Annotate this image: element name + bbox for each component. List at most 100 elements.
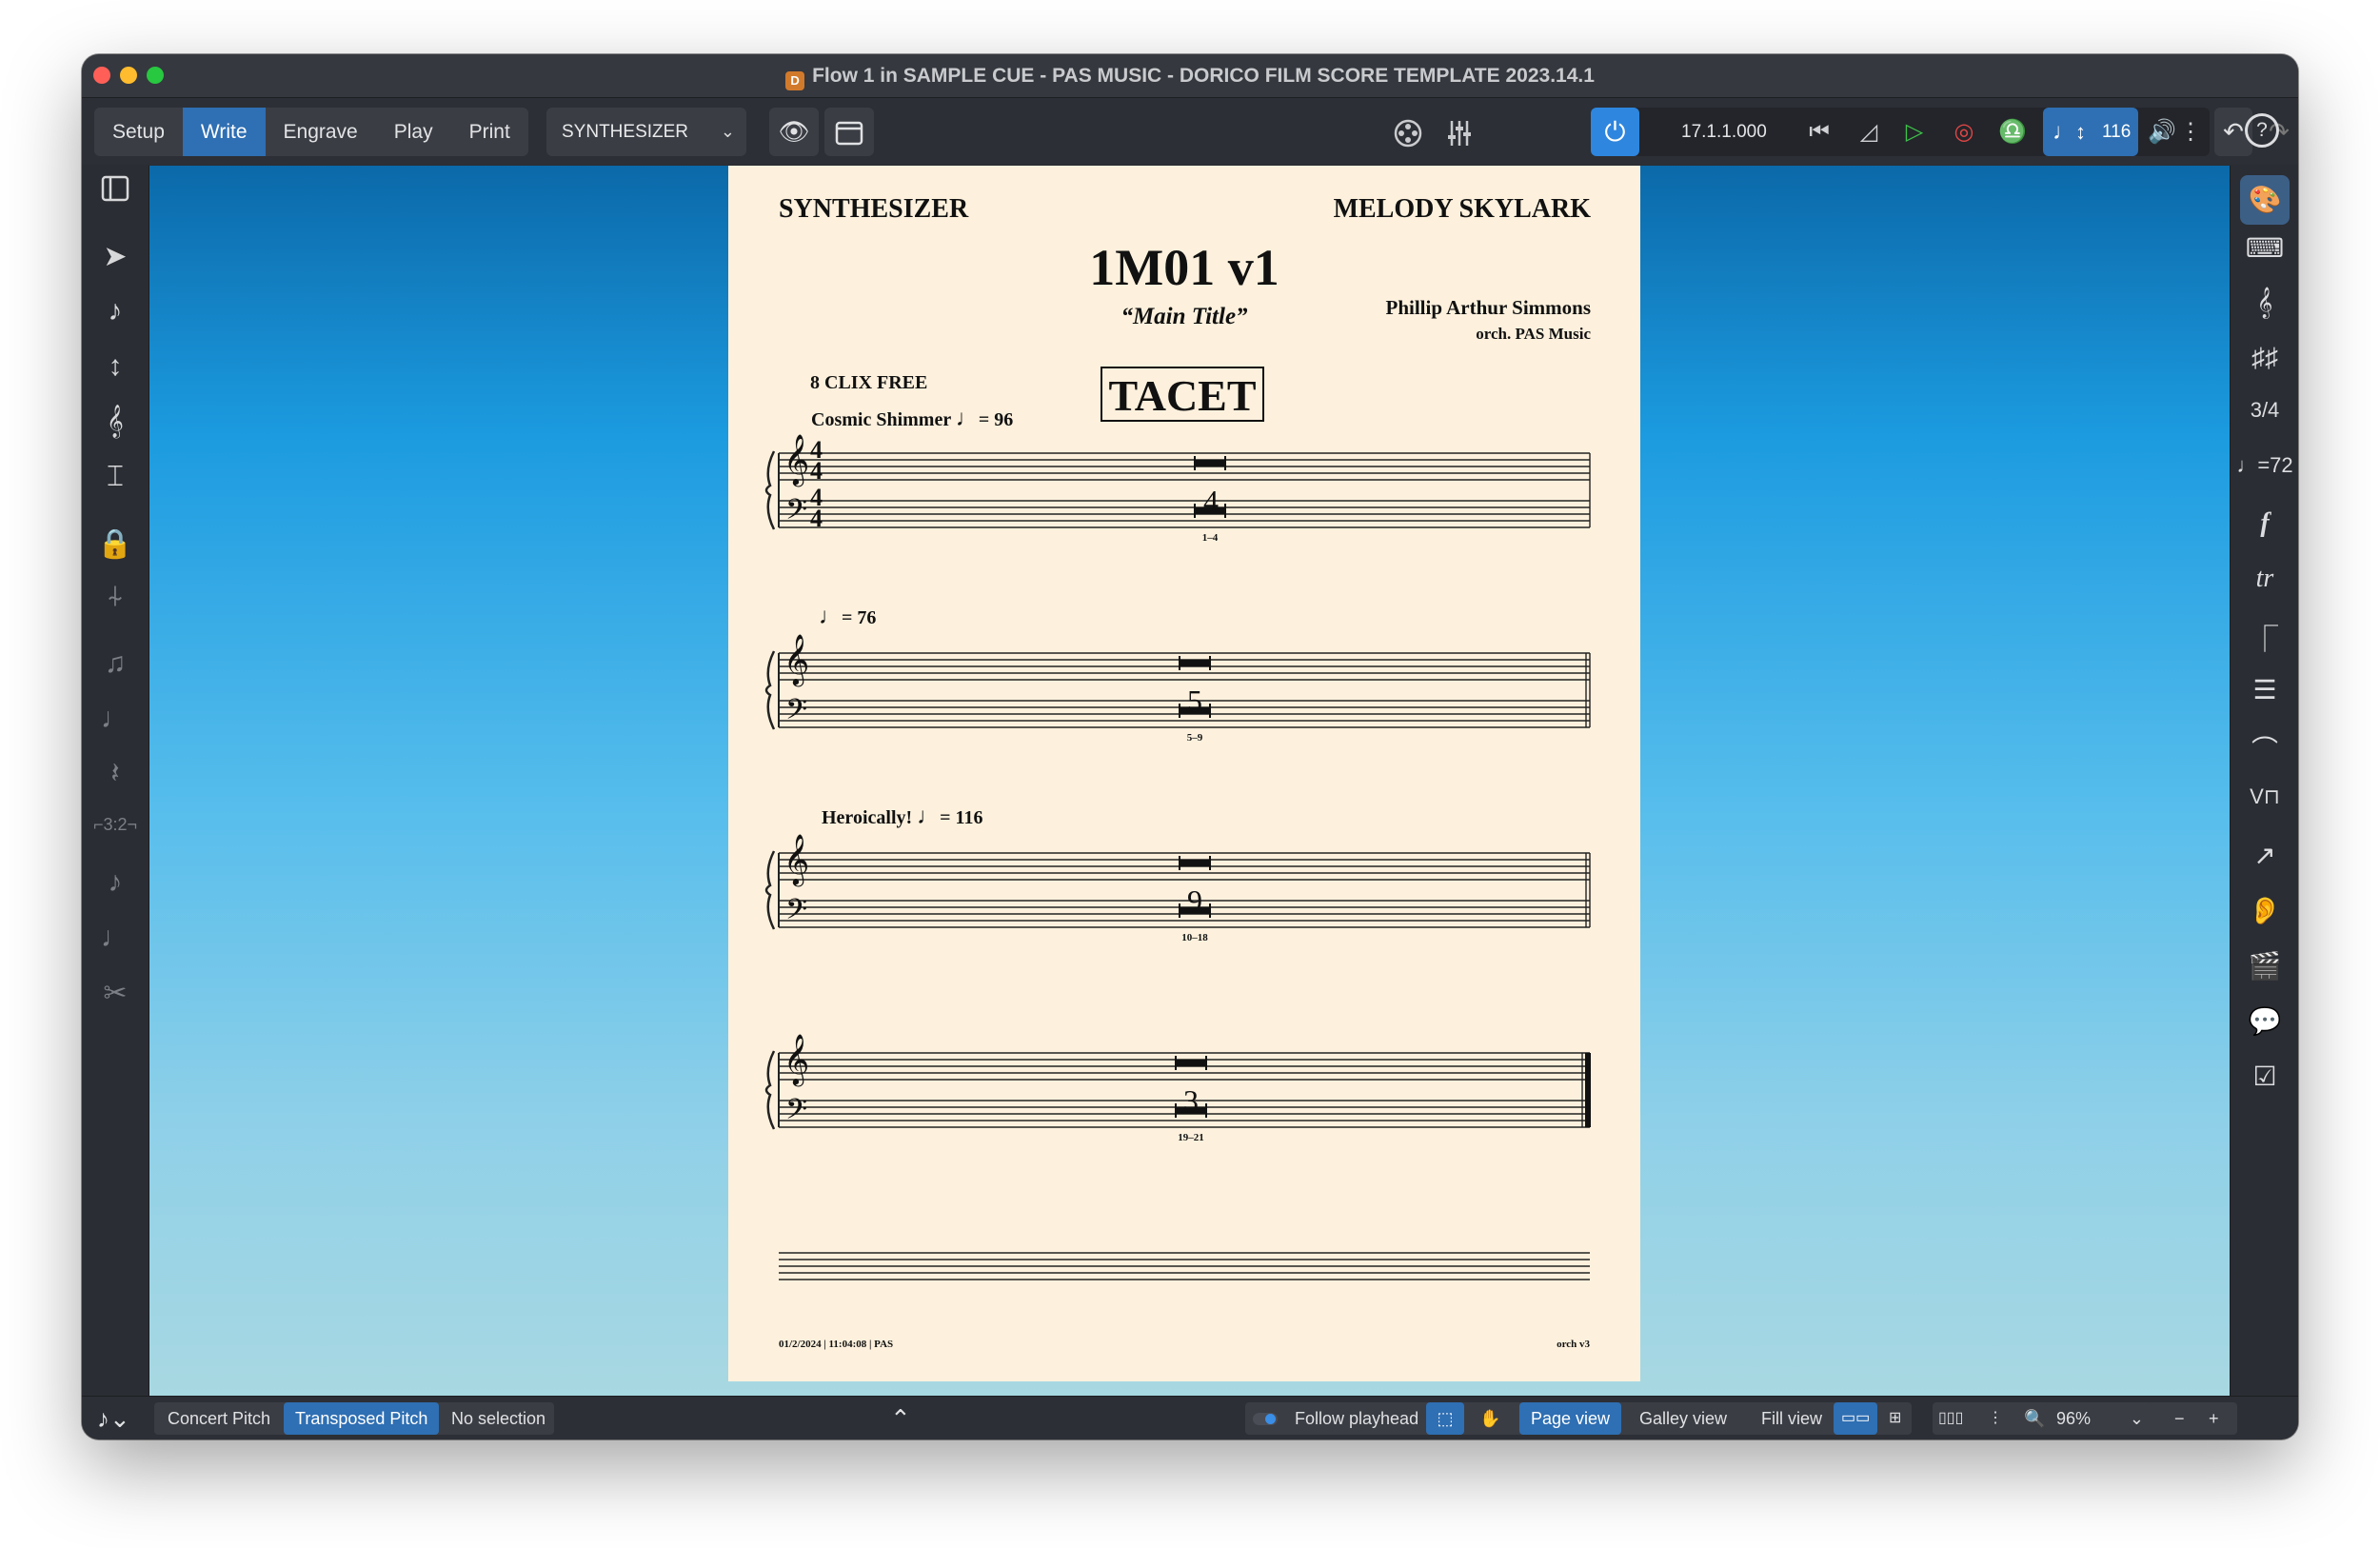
caret-icon[interactable]: ⌶ bbox=[82, 461, 149, 493]
treble-clef-icon: 𝄞 bbox=[783, 435, 810, 484]
line-arrow-icon[interactable]: ↗ bbox=[2231, 840, 2298, 871]
fill-view-button[interactable]: Fill view bbox=[1750, 1402, 1834, 1435]
zoom-select[interactable]: 96% ⌄ bbox=[2045, 1402, 2152, 1435]
layout-selector[interactable]: SYNTHESIZER ⌄ bbox=[546, 108, 746, 156]
rewind-to-start-icon[interactable]: ⏮ bbox=[1800, 108, 1838, 156]
bass-clef-icon: 𝄢 bbox=[785, 694, 808, 732]
scissors-icon[interactable]: ✂ bbox=[82, 977, 149, 1010]
chord-input-icon[interactable]: 𝄞 bbox=[82, 406, 149, 438]
tuplet-icon[interactable]: ⌐3:2¬ bbox=[82, 815, 149, 835]
mode-switcher: Setup Write Engrave Play Print bbox=[94, 108, 528, 156]
page-footer-left: 01/2/2024 | 11:04:08 | PAS bbox=[779, 1339, 894, 1350]
zoom-value: 96% bbox=[2056, 1409, 2092, 1428]
zoom-in-button[interactable]: + bbox=[2201, 1402, 2227, 1435]
marquee-select-icon[interactable]: ⬚ bbox=[1426, 1402, 1464, 1435]
transposed-pitch-button[interactable]: Transposed Pitch bbox=[284, 1402, 440, 1435]
mode-tab-write[interactable]: Write bbox=[182, 108, 266, 156]
eye-icon[interactable]: 👁 bbox=[769, 108, 819, 156]
bass-clef-icon: 𝄢 bbox=[785, 894, 808, 932]
palette-icon[interactable]: 🎨 bbox=[2240, 175, 2290, 225]
speaker-icon[interactable]: 🔊 bbox=[2143, 108, 2181, 156]
chevron-down-icon: ⌄ bbox=[720, 122, 735, 141]
mode-tab-play[interactable]: Play bbox=[376, 108, 451, 156]
system-1-staves bbox=[778, 452, 1591, 528]
spread-pages-icon[interactable]: ▭▭ bbox=[1834, 1402, 1878, 1435]
play-icon[interactable]: ▷ bbox=[1895, 108, 1934, 156]
key-signature-icon[interactable]: ♯♯ bbox=[2231, 343, 2298, 373]
treble-clef-icon: 𝄞 bbox=[783, 635, 810, 684]
window-layout-icon[interactable] bbox=[824, 108, 874, 156]
record-icon[interactable]: ◎ bbox=[1945, 108, 1983, 156]
dorico-app-icon: D bbox=[785, 71, 805, 90]
hand-tool-icon[interactable]: ✋ bbox=[1474, 1402, 1506, 1435]
note-input-icon[interactable]: ♪ bbox=[82, 295, 149, 327]
force-duration-icon[interactable]: ⍭ bbox=[82, 581, 149, 613]
galley-view-button[interactable]: Galley view bbox=[1628, 1402, 1738, 1435]
chevron-up-icon[interactable]: ⌃ bbox=[879, 1402, 922, 1435]
status-bar: ♪⌄ Concert Pitch Transposed Pitch No sel… bbox=[82, 1396, 2298, 1439]
insert-mode-icon[interactable]: ↕ bbox=[82, 350, 149, 383]
mode-tab-setup[interactable]: Setup bbox=[94, 108, 183, 156]
keyboard-icon[interactable]: ⌨ bbox=[2231, 232, 2298, 264]
comment-icon[interactable]: 💬 bbox=[2231, 1005, 2298, 1037]
grid-pages-icon[interactable]: ⊞ bbox=[1883, 1402, 1907, 1435]
main-toolbar: Setup Write Engrave Play Print SYNTHESIZ… bbox=[82, 98, 2298, 165]
concert-pitch-button[interactable]: Concert Pitch bbox=[156, 1402, 282, 1435]
mode-tab-print[interactable]: Print bbox=[451, 108, 528, 156]
time-signature-icon[interactable]: 3/4 bbox=[2231, 398, 2298, 423]
select-arrow-icon[interactable]: ➤ bbox=[82, 240, 149, 273]
lock-icon[interactable]: 🔒 bbox=[82, 527, 149, 561]
tempo-display[interactable]: ♩ ↕ 116 bbox=[2043, 108, 2138, 156]
score-canvas[interactable]: SYNTHESIZER MELODY SKYLARK 1M01 v1 “Main… bbox=[149, 166, 2230, 1396]
clapperboard-icon[interactable]: 🎬 bbox=[2231, 950, 2298, 982]
quarter-note-icon: ♩ bbox=[2053, 119, 2075, 145]
window-title-text: Flow 1 in SAMPLE CUE - PAS MUSIC - DORIC… bbox=[812, 65, 1595, 87]
app-window: D Flow 1 in SAMPLE CUE - PAS MUSIC - DORI… bbox=[82, 54, 2298, 1439]
transport-bar: ⏻ 17.1.1.000 ⏮ ◿ ▷ ◎ ♎ ♩ ↕ 116 🔊 ⋮ bbox=[1591, 108, 2210, 156]
zoom-out-button[interactable]: − bbox=[2167, 1402, 2192, 1435]
vertical-pages-icon[interactable]: ⋮ bbox=[1982, 1402, 2009, 1435]
bass-clef-icon: 𝄢 bbox=[785, 494, 808, 532]
ear-icon[interactable]: 👂 bbox=[2231, 895, 2298, 926]
panel-toggle-icon[interactable] bbox=[82, 175, 149, 209]
repeat-ending-icon[interactable]: ⎾ bbox=[2231, 619, 2298, 657]
grace-note-icon[interactable]: ♫ bbox=[82, 647, 149, 680]
right-panel-toolbox: 🎨 ⌨ 𝄞 ♯♯ 3/4 ♩=72 f tr ⎾ ☰ ⌒ V⊓ ↗ 👂 🎬 💬 … bbox=[2230, 166, 2298, 1396]
rest-icon[interactable]: 𝄽 bbox=[82, 758, 149, 790]
mixer-icon[interactable] bbox=[1436, 108, 1483, 156]
tempo-icon[interactable]: ♩=72 bbox=[2231, 453, 2298, 478]
ornaments-icon[interactable]: tr bbox=[2231, 564, 2298, 594]
more-options-icon[interactable]: ⋮ bbox=[2176, 108, 2205, 156]
stem-direction-icon[interactable]: ♩ bbox=[82, 922, 149, 954]
score-page[interactable]: SYNTHESIZER MELODY SKYLARK 1M01 v1 “Main… bbox=[728, 166, 1640, 1381]
fermata-icon[interactable]: ⌒ bbox=[2231, 729, 2298, 767]
horizontal-pages-icon[interactable]: ▯▯▯ bbox=[1933, 1402, 1969, 1435]
multirest-bars bbox=[1175, 456, 1226, 1118]
bass-clef-icon: 𝄢 bbox=[785, 1094, 808, 1132]
dotted-note-icon[interactable]: ♩ bbox=[82, 703, 149, 735]
checklist-icon[interactable]: ☑ bbox=[2231, 1061, 2298, 1092]
metronome-icon[interactable]: ♎ bbox=[1993, 108, 2032, 156]
chevron-down-icon: ⌄ bbox=[2129, 1409, 2144, 1428]
video-reel-icon[interactable] bbox=[1386, 108, 1430, 156]
mode-tab-engrave[interactable]: Engrave bbox=[266, 108, 376, 156]
tempo-arrows-icon: ↕ bbox=[2075, 120, 2086, 144]
follow-playhead-toggle[interactable] bbox=[1253, 1413, 1278, 1425]
multirest-count-4: 3 bbox=[1183, 1083, 1199, 1118]
power-icon[interactable]: ⏻ bbox=[1591, 108, 1639, 156]
bar-range-3: 10–18 bbox=[1181, 932, 1208, 943]
multirest-count-2: 5 bbox=[1187, 684, 1202, 718]
bars-icon[interactable]: ☰ bbox=[2231, 674, 2298, 705]
slash-note-icon[interactable]: ♪ bbox=[82, 866, 149, 899]
playback-region-icon[interactable]: ◿ bbox=[1850, 108, 1888, 156]
clef-icon[interactable]: 𝄞 bbox=[2231, 288, 2298, 319]
dynamics-icon[interactable]: f bbox=[2231, 508, 2298, 539]
bowing-icon[interactable]: V⊓ bbox=[2231, 784, 2298, 809]
title-bar: D Flow 1 in SAMPLE CUE - PAS MUSIC - DORI… bbox=[82, 54, 2298, 98]
note-input-options-icon[interactable]: ♪⌄ bbox=[86, 1402, 142, 1435]
page-footer-right: orch v3 bbox=[1557, 1339, 1590, 1350]
page-view-button[interactable]: Page view bbox=[1519, 1402, 1622, 1435]
time-signature-bass: 44 bbox=[810, 486, 823, 531]
help-icon[interactable]: ? bbox=[2245, 113, 2279, 148]
follow-playhead-label[interactable]: Follow playhead bbox=[1283, 1402, 1430, 1435]
